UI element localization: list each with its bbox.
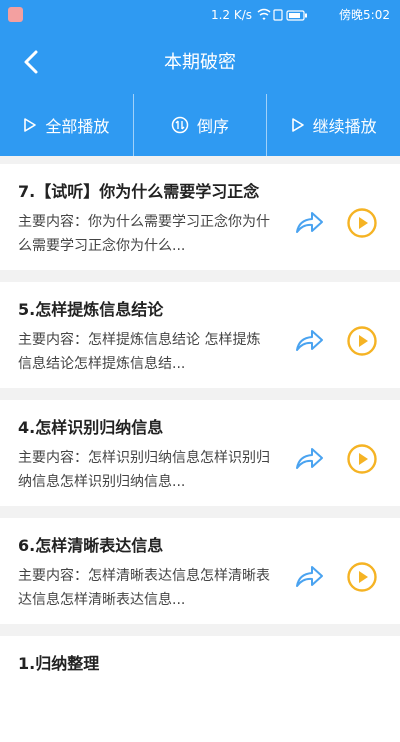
share-icon[interactable] — [293, 208, 325, 236]
list-item[interactable]: 5.怎样提炼信息结论 主要内容：怎样提炼信息结论 怎样提炼信息结论怎样提炼信息结… — [0, 282, 400, 388]
episode-title: 1.归纳整理 — [18, 654, 100, 673]
share-icon[interactable] — [293, 326, 325, 354]
app-notification-icon — [8, 7, 23, 22]
list-item[interactable]: 4.怎样识别归纳信息 主要内容：怎样识别归纳信息怎样识别归纳信息怎样识别归纳信息… — [0, 400, 400, 506]
playback-toolbar: 全部播放 倒序 继续播放 — [0, 94, 400, 156]
episode-title: 6.怎样清晰表达信息 — [18, 536, 164, 555]
reverse-order-icon — [171, 116, 189, 134]
continue-play-label: 继续播放 — [312, 117, 377, 136]
episode-summary: 主要内容：你为什么需要学习正念你为什么需要学习正念你为什么... — [18, 214, 270, 254]
reverse-order-button[interactable]: 倒序 — [132, 94, 267, 156]
share-icon[interactable] — [293, 444, 325, 472]
episode-title: 7.【试听】你为什么需要学习正念 — [18, 182, 260, 201]
share-icon[interactable] — [293, 562, 325, 590]
network-speed: 1.2 K/s — [210, 8, 252, 22]
page-title: 本期破密 — [164, 52, 236, 73]
list-item[interactable]: 1.归纳整理 — [0, 636, 400, 742]
play-circle-icon[interactable] — [346, 443, 378, 475]
continue-play-button[interactable]: 继续播放 — [266, 94, 400, 156]
episode-title: 4.怎样识别归纳信息 — [18, 418, 164, 437]
play-all-label: 全部播放 — [45, 117, 110, 136]
episode-summary: 主要内容：怎样清晰表达信息怎样清晰表达信息怎样清晰表达信息... — [18, 568, 270, 608]
list-item[interactable]: 6.怎样清晰表达信息 主要内容：怎样清晰表达信息怎样清晰表达信息怎样清晰表达信息… — [0, 518, 400, 624]
episode-summary: 主要内容：怎样提炼信息结论 怎样提炼信息结论怎样提炼信息结... — [18, 332, 261, 372]
status-bar: 1.2 K/s 傍晚5:02 — [0, 0, 400, 30]
episode-title: 5.怎样提炼信息结论 — [18, 300, 164, 319]
play-all-button[interactable]: 全部播放 — [0, 94, 133, 156]
play-circle-icon[interactable] — [346, 325, 378, 357]
wifi-battery-icon — [257, 8, 307, 21]
reverse-order-label: 倒序 — [197, 117, 230, 136]
episode-summary: 主要内容：怎样识别归纳信息怎样识别归纳信息怎样识别归纳信息... — [18, 450, 270, 490]
play-outline-icon — [291, 118, 304, 132]
play-outline-icon — [24, 118, 37, 132]
list-item[interactable]: 7.【试听】你为什么需要学习正念 主要内容：你为什么需要学习正念你为什么需要学习… — [0, 164, 400, 270]
play-circle-icon[interactable] — [346, 561, 378, 593]
app-bar: 本期破密 — [0, 30, 400, 94]
status-time: 傍晚5:02 — [339, 8, 390, 22]
play-circle-icon[interactable] — [346, 207, 378, 239]
